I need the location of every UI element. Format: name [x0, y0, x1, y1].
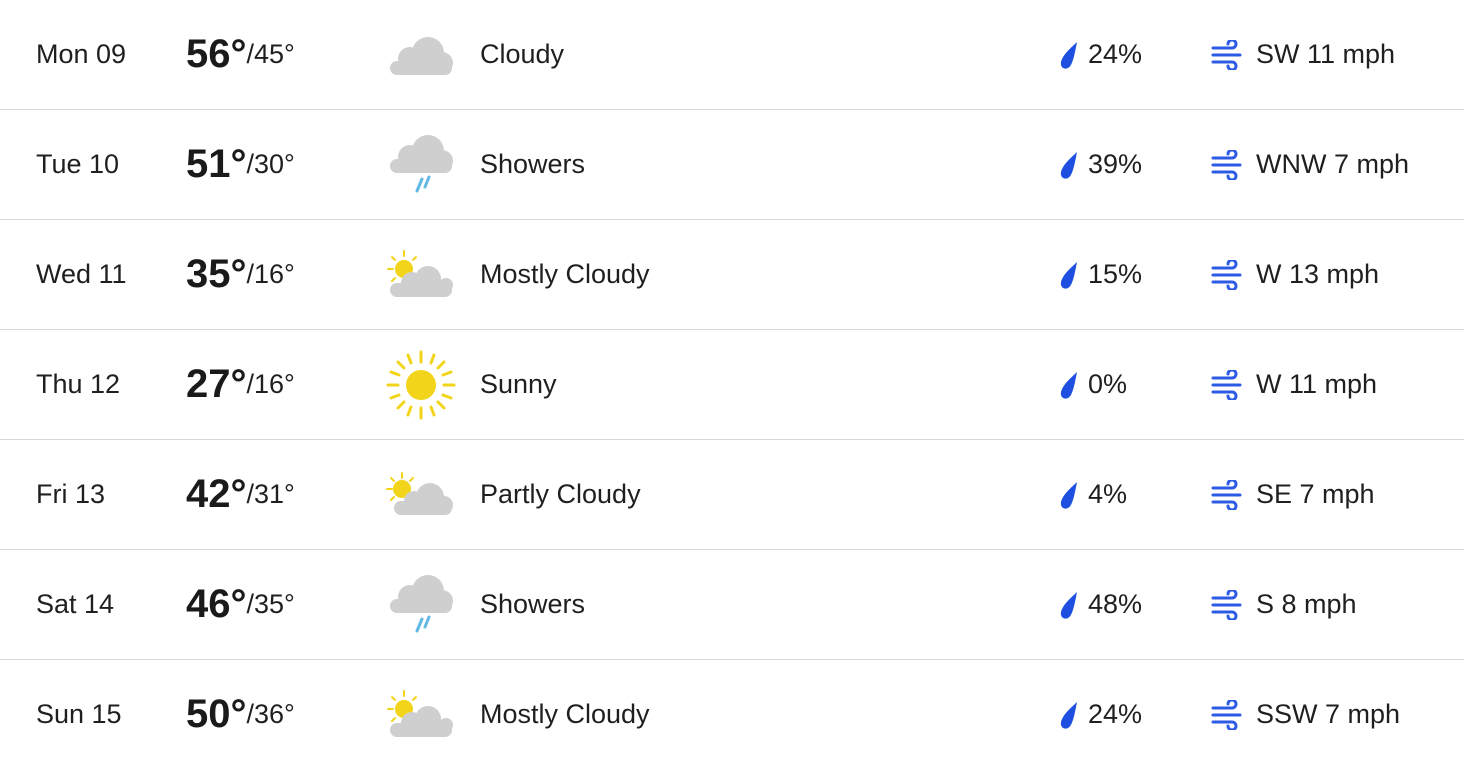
day-label: Wed 11 — [36, 259, 127, 289]
high-temp: 42° — [186, 472, 247, 516]
sunny-icon — [384, 330, 458, 439]
high-temp: 50° — [186, 692, 247, 736]
wind-speed: SW 11 mph — [1256, 39, 1396, 69]
precipitation: 48% — [1058, 550, 1142, 659]
wind-speed: W 13 mph — [1256, 259, 1380, 289]
showers-icon — [384, 550, 458, 659]
condition-text: Sunny — [480, 369, 557, 399]
high-temp: 56° — [186, 32, 247, 76]
day-label: Tue 10 — [36, 149, 120, 179]
precipitation: 15% — [1058, 220, 1142, 329]
raindrop-icon — [1058, 150, 1080, 180]
low-temp: /36° — [246, 699, 295, 729]
low-temp: /16° — [246, 369, 295, 399]
precipitation: 24% — [1058, 0, 1142, 109]
temperature: 42°/31° — [186, 440, 295, 549]
day-label: Sat 14 — [36, 589, 115, 619]
day-label: Fri 13 — [36, 479, 106, 509]
forecast-row[interactable]: Fri 13 42°/31° Partly Cloudy 4% SE 7 mph — [0, 440, 1464, 550]
wind: SE 7 mph — [1210, 440, 1375, 549]
precipitation: 39% — [1058, 110, 1142, 219]
precipitation: 0% — [1058, 330, 1127, 439]
wind: WNW 7 mph — [1210, 110, 1409, 219]
day-label: Thu 12 — [36, 369, 121, 399]
low-temp: /30° — [246, 149, 295, 179]
high-temp: 46° — [186, 582, 247, 626]
raindrop-icon — [1058, 370, 1080, 400]
precip-chance: 0% — [1088, 369, 1128, 399]
raindrop-icon — [1058, 260, 1080, 290]
precip-chance: 48% — [1088, 589, 1143, 619]
wind: W 13 mph — [1210, 220, 1379, 329]
condition-text: Partly Cloudy — [480, 479, 641, 509]
day-label: Mon 09 — [36, 39, 127, 69]
partly-cloudy-icon — [384, 440, 458, 549]
high-temp: 51° — [186, 142, 247, 186]
forecast-row[interactable]: Sat 14 46°/35° Showers 48% S 8 mph — [0, 550, 1464, 660]
wind-icon — [1210, 149, 1244, 180]
low-temp: /31° — [246, 479, 295, 509]
wind-icon — [1210, 699, 1244, 730]
cloudy-icon — [384, 0, 458, 109]
low-temp: /35° — [246, 589, 295, 619]
forecast-row[interactable]: Tue 10 51°/30° Showers 39% WNW 7 mph — [0, 110, 1464, 220]
forecast-row[interactable]: Thu 12 27°/16° Sunny 0% W 11 mph — [0, 330, 1464, 440]
wind-icon — [1210, 39, 1244, 70]
raindrop-icon — [1058, 700, 1080, 730]
temperature: 51°/30° — [186, 110, 295, 219]
wind-speed: W 11 mph — [1256, 369, 1378, 399]
raindrop-icon — [1058, 40, 1080, 70]
wind-icon — [1210, 259, 1244, 290]
temperature: 46°/35° — [186, 550, 295, 659]
temperature: 56°/45° — [186, 0, 295, 109]
condition-text: Mostly Cloudy — [480, 699, 650, 729]
wind-speed: WNW 7 mph — [1256, 149, 1410, 179]
raindrop-icon — [1058, 480, 1080, 510]
precip-chance: 15% — [1088, 259, 1143, 289]
forecast-row[interactable]: Sun 15 50°/36° Mostly Cloudy 24% SSW 7 m… — [0, 660, 1464, 769]
temperature: 35°/16° — [186, 220, 295, 329]
precip-chance: 24% — [1088, 699, 1143, 729]
wind: SSW 7 mph — [1210, 660, 1400, 769]
wind-icon — [1210, 479, 1244, 510]
wind: S 8 mph — [1210, 550, 1357, 659]
condition-text: Showers — [480, 149, 586, 179]
high-temp: 35° — [186, 252, 247, 296]
temperature: 50°/36° — [186, 660, 295, 769]
showers-icon — [384, 110, 458, 219]
day-label: Sun 15 — [36, 699, 122, 729]
wind: SW 11 mph — [1210, 0, 1395, 109]
condition-text: Mostly Cloudy — [480, 259, 650, 289]
low-temp: /45° — [246, 39, 295, 69]
wind-icon — [1210, 589, 1244, 620]
condition-text: Cloudy — [480, 39, 565, 69]
forecast-row[interactable]: Wed 11 35°/16° Mostly Cloudy 15% W 13 mp… — [0, 220, 1464, 330]
precipitation: 4% — [1058, 440, 1127, 549]
wind: W 11 mph — [1210, 330, 1377, 439]
precip-chance: 24% — [1088, 39, 1143, 69]
mostly-cloudy-icon — [384, 220, 458, 329]
low-temp: /16° — [246, 259, 295, 289]
wind-speed: SSW 7 mph — [1256, 699, 1401, 729]
precip-chance: 4% — [1088, 479, 1128, 509]
wind-icon — [1210, 369, 1244, 400]
mostly-cloudy-icon — [384, 660, 458, 769]
wind-speed: SE 7 mph — [1256, 479, 1375, 509]
forecast-row[interactable]: Mon 09 56°/45° Cloudy 24% SW 11 mph — [0, 0, 1464, 110]
raindrop-icon — [1058, 590, 1080, 620]
high-temp: 27° — [186, 362, 247, 406]
daily-forecast-list: Mon 09 56°/45° Cloudy 24% SW 11 mph Tue … — [0, 0, 1464, 769]
wind-speed: S 8 mph — [1256, 589, 1357, 619]
condition-text: Showers — [480, 589, 586, 619]
precip-chance: 39% — [1088, 149, 1143, 179]
precipitation: 24% — [1058, 660, 1142, 769]
temperature: 27°/16° — [186, 330, 295, 439]
